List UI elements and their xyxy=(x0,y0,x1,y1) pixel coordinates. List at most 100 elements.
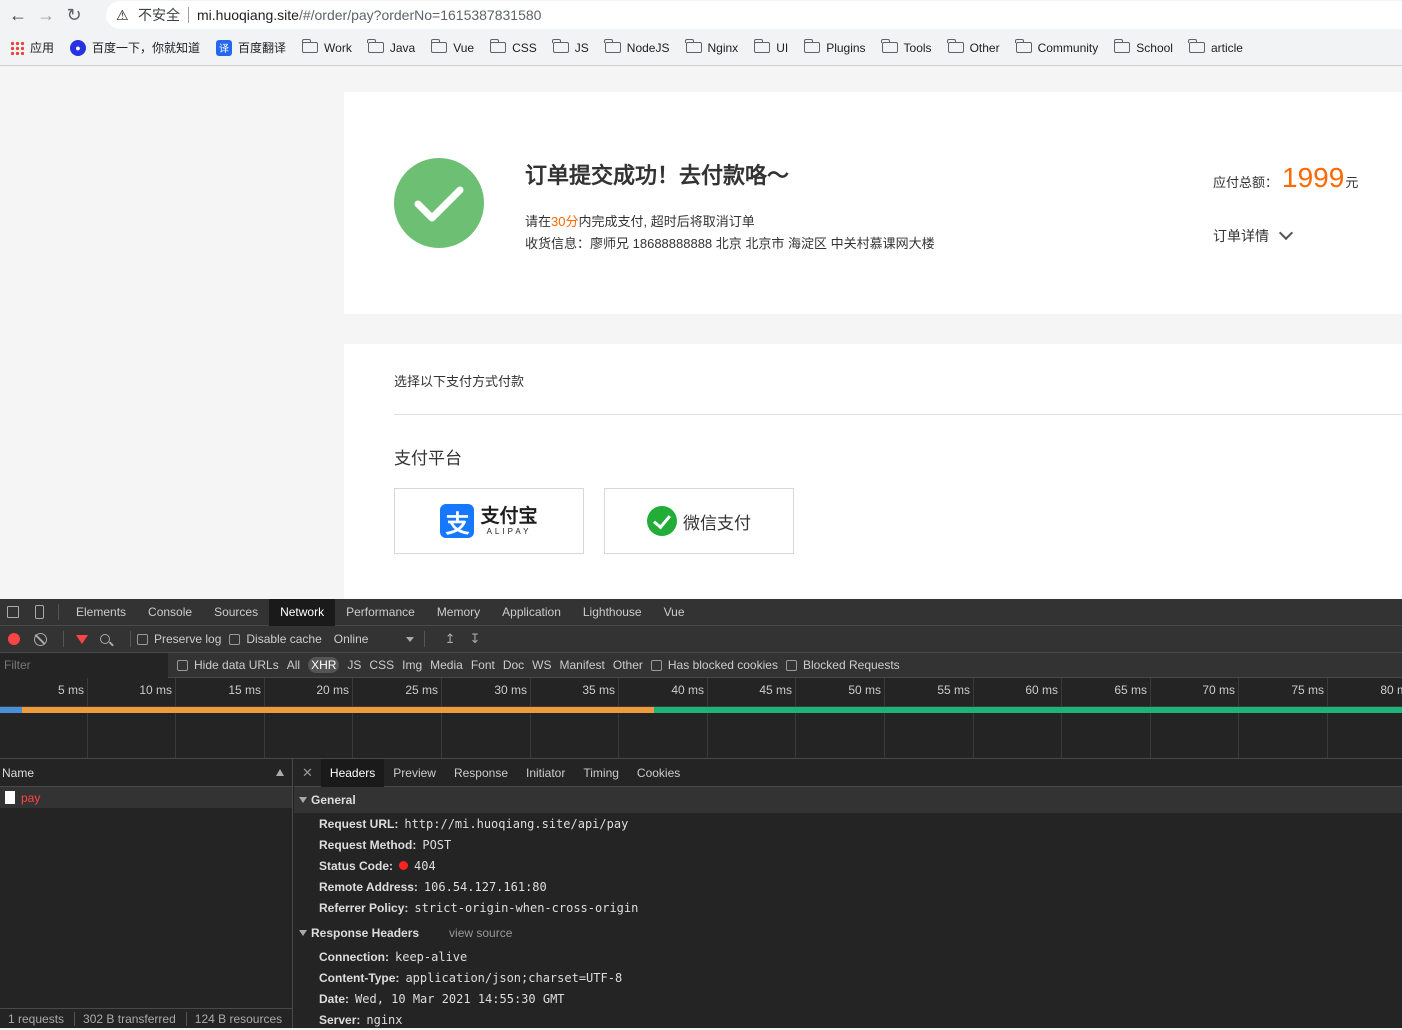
devtools-tab-memory[interactable]: Memory xyxy=(426,599,491,626)
close-icon[interactable]: ✕ xyxy=(302,765,313,781)
bookmark-label: 百度一下，你就知道 xyxy=(92,41,201,55)
filter-type-manifest[interactable]: Manifest xyxy=(560,658,605,672)
devtools-tab-performance[interactable]: Performance xyxy=(335,599,426,626)
chevron-down-icon[interactable] xyxy=(1278,225,1294,241)
hide-data-urls-checkbox[interactable]: Hide data URLs xyxy=(177,658,279,672)
name-column-header[interactable]: Name xyxy=(0,759,292,787)
detail-tab-headers[interactable]: Headers xyxy=(320,758,385,787)
forward-arrow-icon[interactable]: → xyxy=(32,1,60,29)
bookmark-item[interactable]: Java xyxy=(367,39,415,55)
security-label[interactable]: 不安全 xyxy=(138,5,180,25)
record-icon[interactable] xyxy=(8,633,20,645)
bookmark-item[interactable]: Nginx xyxy=(685,39,738,55)
timeline-gridline xyxy=(618,713,619,758)
timeline-grid[interactable] xyxy=(0,713,1402,759)
bookmark-item[interactable]: Other xyxy=(947,39,1000,55)
bookmark-item[interactable]: Vue xyxy=(430,39,474,55)
bookmark-item[interactable]: Work xyxy=(301,39,352,55)
bookmark-item[interactable]: 译百度翻译 xyxy=(216,39,286,56)
filter-input[interactable]: Filter xyxy=(0,652,168,678)
general-section-header[interactable]: General xyxy=(294,787,1402,813)
inspect-element-icon[interactable] xyxy=(0,599,26,626)
timeline-tick: 80 ms xyxy=(0,678,1402,707)
devtools-tab-vue[interactable]: Vue xyxy=(653,599,696,626)
response-headers-section-header[interactable]: Response Headers view source xyxy=(294,920,1402,946)
filter-type-other[interactable]: Other xyxy=(613,658,643,672)
throttling-select[interactable]: Online xyxy=(334,632,414,646)
bookmark-item[interactable]: 应用 xyxy=(10,39,54,56)
device-toggle-icon[interactable] xyxy=(26,599,52,626)
devtools-tab-sources[interactable]: Sources xyxy=(203,599,269,626)
warning-triangle-icon[interactable]: ⚠ xyxy=(116,7,134,24)
request-name[interactable]: pay xyxy=(21,791,40,805)
checkbox[interactable] xyxy=(177,659,188,671)
sort-ascending-icon[interactable] xyxy=(276,769,284,776)
devtools-tab-network[interactable]: Network xyxy=(269,598,336,626)
order-detail-toggle[interactable]: 订单详情 xyxy=(1213,225,1294,246)
filter-type-font[interactable]: Font xyxy=(471,658,495,672)
checkbox[interactable] xyxy=(785,659,797,671)
bookmark-item[interactable]: CSS xyxy=(489,39,537,55)
header-row: Remote Address: 106.54.127.161:80 xyxy=(294,876,1402,897)
import-export-icons[interactable]: ↥↧ xyxy=(445,631,495,647)
header-value: 106.54.127.161:80 xyxy=(423,879,547,894)
timeline-gridline xyxy=(87,713,88,758)
filter-type-img[interactable]: Img xyxy=(402,658,422,672)
devtools-tab-application[interactable]: Application xyxy=(491,599,572,626)
bookmark-item[interactable]: Plugins xyxy=(803,39,866,55)
alipay-button[interactable]: 支 支付宝 ALIPAY xyxy=(394,488,584,554)
detail-tab-response[interactable]: Response xyxy=(445,759,517,787)
wechat-pay-button[interactable]: 微信支付 xyxy=(604,488,794,554)
reload-icon[interactable]: ↻ xyxy=(60,1,88,29)
detail-tab-initiator[interactable]: Initiator xyxy=(517,759,574,787)
summary-separator xyxy=(185,1011,187,1026)
page-content: 订单提交成功！去付款咯～ 请在30分内完成支付, 超时后将取消订单 收货信息：廖… xyxy=(0,66,1402,599)
view-source-link[interactable]: view source xyxy=(449,926,512,940)
back-arrow-icon[interactable]: ← xyxy=(4,1,32,29)
toolbar-separator xyxy=(130,631,131,647)
search-icon[interactable] xyxy=(100,634,110,644)
filter-type-doc[interactable]: Doc xyxy=(503,658,524,672)
filter-type-xhr[interactable]: XHR xyxy=(308,657,340,673)
disable-cache-checkbox[interactable]: Disable cache xyxy=(229,632,322,646)
filter-icon[interactable] xyxy=(76,634,88,644)
filter-type-media[interactable]: Media xyxy=(430,658,463,672)
bookmark-item[interactable]: Community xyxy=(1015,39,1098,55)
timeline-ruler[interactable]: 5 ms 10 ms 15 ms 20 ms 25 ms 30 ms 35 ms 40 ms 4… xyxy=(0,678,1402,707)
checkbox[interactable] xyxy=(137,633,148,645)
has-blocked-cookies-checkbox[interactable]: Has blocked cookies xyxy=(650,658,778,672)
filter-type-js[interactable]: JS xyxy=(347,658,361,672)
tip-suffix: 内完成支付, 超时后将取消订单 xyxy=(578,214,755,229)
detail-tab-preview[interactable]: Preview xyxy=(384,759,445,787)
bookmark-item[interactable]: article xyxy=(1188,39,1243,55)
preserve-log-checkbox[interactable]: Preserve log xyxy=(137,632,221,646)
devtools-tab-console[interactable]: Console xyxy=(137,599,203,626)
checkbox[interactable] xyxy=(229,633,241,645)
header-value: strict-origin-when-cross-origin xyxy=(414,900,639,915)
address-bar[interactable]: ⚠ 不安全 mi.huoqiang.site/#/order/pay?order… xyxy=(106,1,1402,29)
filter-type-all[interactable]: All xyxy=(287,658,300,672)
devtools-tab-lighthouse[interactable]: Lighthouse xyxy=(572,599,653,626)
filter-type-ws[interactable]: WS xyxy=(532,658,551,672)
clear-icon[interactable] xyxy=(34,632,47,646)
payment-hint: 选择以下支付方式付款 xyxy=(394,374,525,389)
bookmark-item[interactable]: School xyxy=(1113,39,1173,55)
blocked-requests-checkbox[interactable]: Blocked Requests xyxy=(785,658,900,672)
request-row[interactable]: pay xyxy=(0,787,292,808)
detail-tab-cookies[interactable]: Cookies xyxy=(628,759,689,787)
filter-type-css[interactable]: CSS xyxy=(369,658,394,672)
bookmark-item[interactable]: JS xyxy=(552,39,589,55)
caret-down-icon[interactable] xyxy=(299,930,307,936)
detail-tab-timing[interactable]: Timing xyxy=(574,759,628,787)
header-value: nginx xyxy=(366,1012,403,1027)
bookmark-item[interactable]: Tools xyxy=(881,39,932,55)
bookmark-item[interactable]: ● 百度一下，你就知道 xyxy=(70,39,200,56)
bookmark-item[interactable]: UI xyxy=(753,39,788,55)
devtools-tab-elements[interactable]: Elements xyxy=(65,599,137,626)
folder-icon xyxy=(489,39,507,53)
header-row: Status Code: 404 xyxy=(294,855,1402,876)
toolbar-separator xyxy=(58,604,59,620)
caret-down-icon[interactable] xyxy=(299,797,307,803)
bookmark-item[interactable]: NodeJS xyxy=(604,39,670,55)
checkbox[interactable] xyxy=(650,659,662,671)
